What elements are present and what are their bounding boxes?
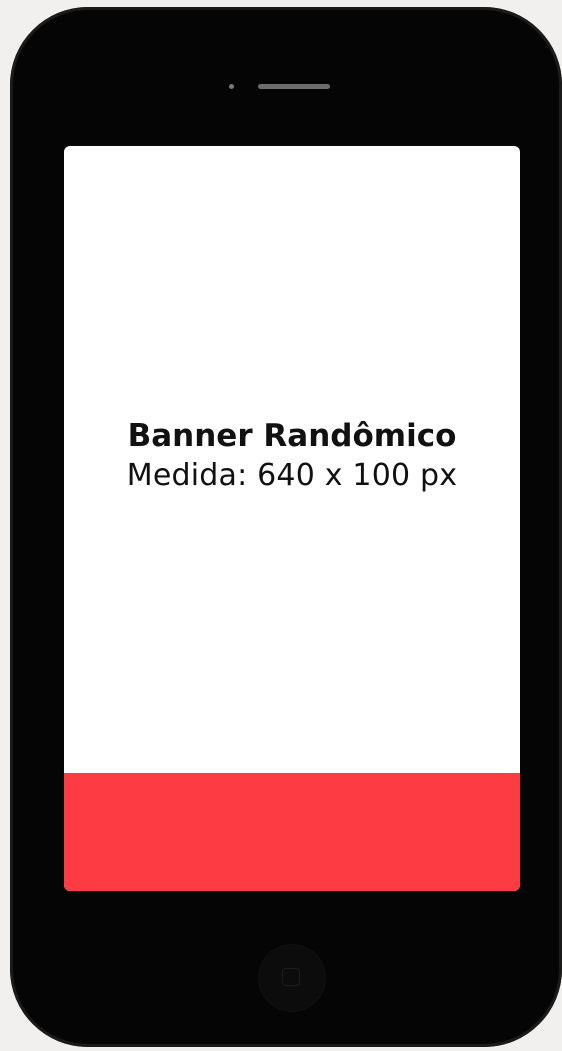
- banner-size-label: Medida: 640 x 100 px: [126, 458, 458, 493]
- speaker-icon: [258, 84, 330, 89]
- home-button-icon: [282, 968, 300, 986]
- home-button[interactable]: [259, 945, 325, 1011]
- banner-text-block: Banner Randômico Medida: 640 x 100 px: [64, 416, 520, 496]
- phone-mockup: Banner Randômico Medida: 640 x 100 px: [10, 7, 562, 1047]
- ad-banner-strip[interactable]: [64, 773, 520, 891]
- banner-title: Banner Randômico: [127, 418, 457, 454]
- phone-screen: Banner Randômico Medida: 640 x 100 px: [64, 146, 520, 891]
- camera-icon: [229, 84, 234, 89]
